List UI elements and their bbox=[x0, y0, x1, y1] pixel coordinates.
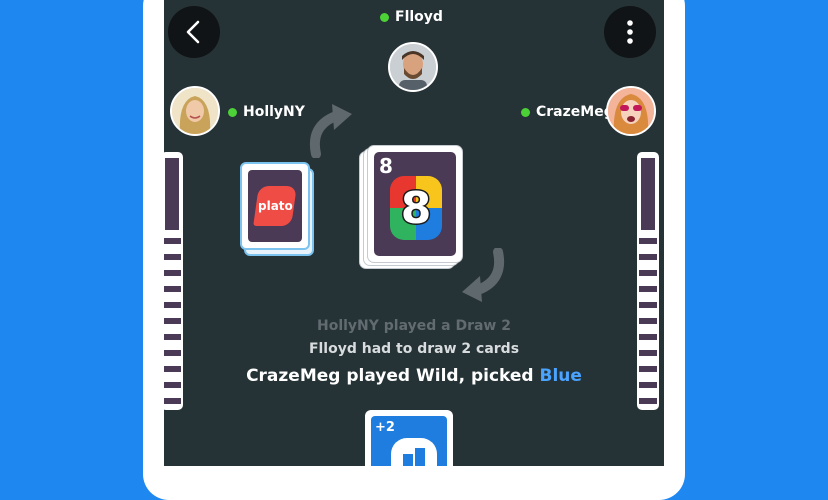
top-discard-card: 8 8 bbox=[367, 145, 463, 263]
player-right-avatar[interactable] bbox=[606, 86, 656, 136]
online-indicator bbox=[521, 107, 530, 117]
player-top-label: Flloyd bbox=[380, 9, 443, 25]
card-corner-number: 8 bbox=[379, 154, 393, 178]
rotate-arrow-icon bbox=[310, 104, 352, 158]
online-indicator bbox=[228, 107, 237, 117]
player-right-name: CrazeMeg bbox=[536, 104, 614, 120]
player-left-label: HollyNY bbox=[228, 104, 305, 120]
card-emblem bbox=[391, 438, 437, 466]
player-top-name: Flloyd bbox=[395, 9, 443, 25]
hand-card-draw-two[interactable]: +2 bbox=[365, 410, 453, 466]
picked-color: Blue bbox=[539, 366, 582, 386]
menu-button[interactable] bbox=[604, 6, 656, 58]
avatar-image bbox=[172, 88, 218, 134]
player-left-avatar[interactable] bbox=[170, 86, 220, 136]
card-back-top bbox=[641, 158, 655, 230]
more-vertical-icon bbox=[627, 20, 633, 44]
card-value: 8 bbox=[399, 181, 433, 235]
player-top-avatar[interactable] bbox=[388, 42, 438, 92]
discard-pile: 8 8 bbox=[357, 145, 463, 271]
wild-color-emblem: 8 bbox=[390, 176, 442, 240]
draw-pile-card: plato bbox=[240, 162, 310, 250]
rotate-arrow-icon bbox=[462, 248, 504, 302]
card-corner-label: +2 bbox=[375, 420, 395, 435]
log-line-2: Flloyd had to draw 2 cards bbox=[308, 341, 520, 357]
back-button[interactable] bbox=[168, 6, 220, 58]
draw-pile[interactable]: plato bbox=[240, 162, 314, 256]
log-line-3: CrazeMeg played Wild, picked Blue bbox=[246, 366, 582, 386]
avatar-image bbox=[390, 44, 436, 90]
plato-logo: plato bbox=[253, 186, 297, 226]
avatar-image bbox=[608, 88, 654, 134]
log-line-1: HollyNY played a Draw 2 bbox=[317, 318, 511, 334]
game-screen: Flloyd HollyNY CrazeMeg plato 8 8 HollyN… bbox=[164, 0, 664, 466]
player-left-name: HollyNY bbox=[243, 104, 305, 120]
chevron-left-icon bbox=[186, 20, 200, 44]
player-right-label: CrazeMeg bbox=[521, 104, 614, 120]
card-back-top bbox=[165, 158, 179, 230]
online-indicator bbox=[380, 12, 389, 22]
